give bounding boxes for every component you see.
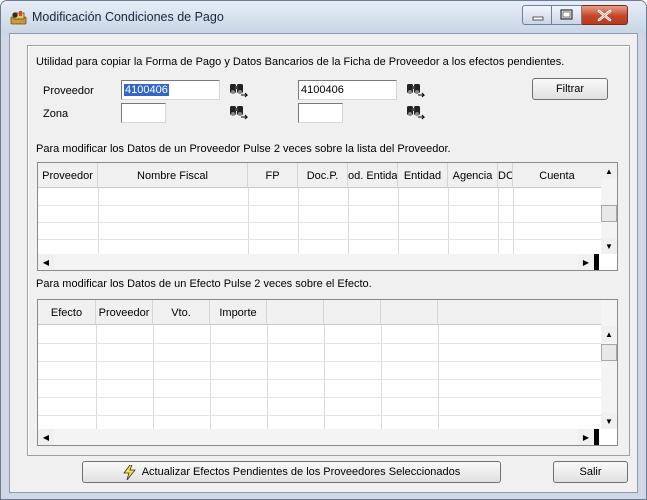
scroll-up-icon[interactable]: ▲ xyxy=(601,326,617,342)
close-icon xyxy=(597,9,612,22)
search-binoculars-icon[interactable] xyxy=(229,104,249,120)
proveedor-from-input[interactable]: 4100406 xyxy=(121,80,220,100)
grid-row-line xyxy=(38,397,602,398)
column-header[interactable]: Efecto xyxy=(38,300,96,325)
search-binoculars-icon[interactable] xyxy=(406,82,426,98)
suppliers-grid[interactable]: Proveedor Nombre Fiscal FP Doc.P. od. En… xyxy=(37,162,618,271)
column-header[interactable]: od. Entida xyxy=(348,163,398,188)
title-bar[interactable]: Modificación Condiciones de Pago xyxy=(1,1,646,33)
minimize-icon xyxy=(532,16,544,21)
close-button[interactable] xyxy=(582,5,628,25)
column-header[interactable]: Importe xyxy=(210,300,267,325)
app-window: Modificación Condiciones de Pago Utilida… xyxy=(0,0,647,500)
window-title: Modificación Condiciones de Pago xyxy=(32,10,224,24)
grid-row-line xyxy=(38,361,602,362)
column-header[interactable]: Cuenta xyxy=(513,163,602,188)
info-text: Utilidad para copiar la Forma de Pago y … xyxy=(36,56,565,68)
scroll-left-icon[interactable]: ◀ xyxy=(38,429,54,445)
grid-row-line xyxy=(38,239,602,240)
proveedor-to-input[interactable]: 4100406 xyxy=(298,80,397,100)
suppliers-hint: Para modificar los Datos de un Proveedor… xyxy=(36,143,451,155)
column-header[interactable]: Doc.P. xyxy=(298,163,348,188)
column-header[interactable]: FP xyxy=(248,163,298,188)
effects-grid[interactable]: Efecto Proveedor Vto. Importe ▲ ▼ ◀ ▶ xyxy=(37,299,618,446)
column-header[interactable]: Entidad xyxy=(398,163,448,188)
column-header[interactable] xyxy=(438,300,602,325)
column-header[interactable]: DC xyxy=(498,163,513,188)
proveedor-label: Proveedor xyxy=(43,85,94,97)
proveedor-from-value: 4100406 xyxy=(124,84,169,96)
update-effects-label: Actualizar Efectos Pendientes de los Pro… xyxy=(141,466,461,478)
exit-button[interactable]: Salir xyxy=(553,461,628,483)
update-effects-button[interactable]: Actualizar Efectos Pendientes de los Pro… xyxy=(82,461,501,483)
zona-label: Zona xyxy=(43,108,69,120)
grid-row-line xyxy=(38,205,602,206)
scroll-corner xyxy=(594,254,599,270)
grid-row-line xyxy=(38,222,602,223)
effects-grid-header: Efecto Proveedor Vto. Importe xyxy=(38,300,602,325)
scroll-right-icon[interactable]: ▶ xyxy=(578,254,594,270)
column-header[interactable] xyxy=(381,300,438,325)
horizontal-scrollbar[interactable]: ◀ ▶ xyxy=(38,254,594,270)
scroll-up-icon[interactable]: ▲ xyxy=(601,163,617,179)
scroll-left-icon[interactable]: ◀ xyxy=(38,254,54,270)
filter-button[interactable]: Filtrar xyxy=(532,78,608,100)
column-header[interactable]: Agencia xyxy=(448,163,498,188)
vertical-scrollbar[interactable]: ▲ ▼ xyxy=(601,163,617,254)
app-icon xyxy=(10,11,27,25)
suppliers-grid-header: Proveedor Nombre Fiscal FP Doc.P. od. En… xyxy=(38,163,602,188)
column-header[interactable]: Vto. xyxy=(153,300,210,325)
maximize-button[interactable] xyxy=(552,5,582,25)
grid-row-line xyxy=(38,343,602,344)
scroll-thumb[interactable] xyxy=(601,205,617,222)
grid-row-line xyxy=(38,379,602,380)
column-header[interactable]: Proveedor xyxy=(38,163,98,188)
lightning-icon xyxy=(122,464,136,480)
zona-to-input[interactable] xyxy=(298,103,343,123)
scroll-down-icon[interactable]: ▼ xyxy=(601,238,617,254)
search-binoculars-icon[interactable] xyxy=(406,104,426,120)
minimize-button[interactable] xyxy=(522,5,552,25)
scroll-right-icon[interactable]: ▶ xyxy=(578,429,594,445)
scroll-corner xyxy=(594,429,599,445)
column-header[interactable] xyxy=(324,300,381,325)
zona-from-input[interactable] xyxy=(121,103,166,123)
scroll-thumb[interactable] xyxy=(601,344,617,361)
column-header[interactable]: Proveedor xyxy=(96,300,153,325)
column-header[interactable] xyxy=(267,300,324,325)
scroll-down-icon[interactable]: ▼ xyxy=(601,413,617,429)
search-binoculars-icon[interactable] xyxy=(229,82,249,98)
maximize-icon xyxy=(560,9,573,20)
column-header[interactable]: Nombre Fiscal xyxy=(98,163,248,188)
grid-row-line xyxy=(38,415,602,416)
effects-hint: Para modificar los Datos de un Efecto Pu… xyxy=(36,278,372,290)
vertical-scrollbar[interactable]: ▲ ▼ xyxy=(601,300,617,429)
horizontal-scrollbar[interactable]: ◀ ▶ xyxy=(38,429,594,445)
